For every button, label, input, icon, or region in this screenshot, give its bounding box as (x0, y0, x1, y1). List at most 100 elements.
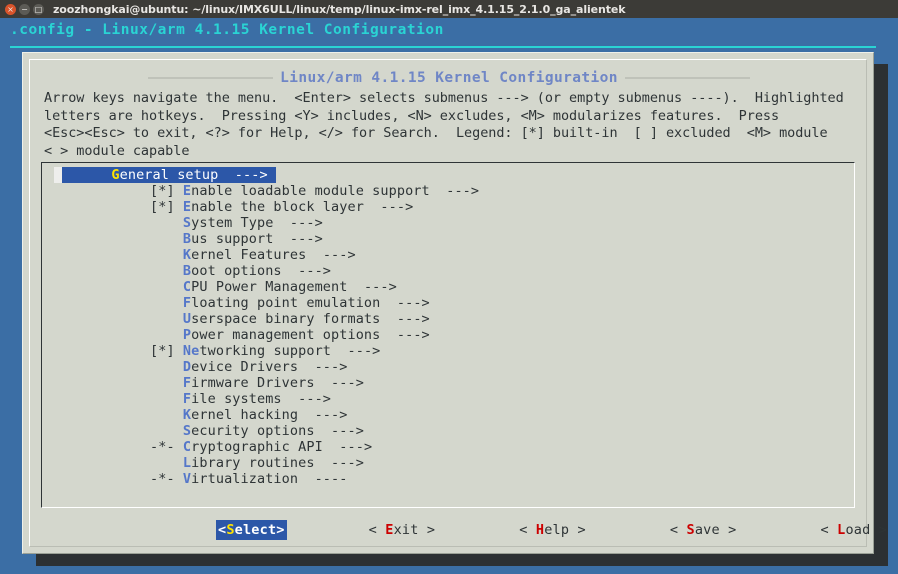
menu-item-hotkey: K (182, 247, 192, 263)
menu-item-arrow: ---> (314, 359, 348, 375)
menu-item-label: evice Drivers (191, 359, 315, 375)
menu-item[interactable]: General setup ---> (42, 167, 856, 183)
menu-item-label: us support (191, 231, 290, 247)
menu-item-flag (150, 375, 183, 391)
menu-item-label: PU Power Management (191, 279, 364, 295)
menu-item-flag (150, 231, 183, 247)
menu-item-hotkey: B (182, 231, 192, 247)
menu-item-hotkey: F (182, 391, 192, 407)
menu-item-arrow: ---> (380, 199, 414, 215)
maximize-icon-glyph: □ (34, 4, 43, 14)
menu-item-hotkey: Ne (182, 343, 200, 359)
menu-item-hotkey: E (182, 199, 192, 215)
menu-item-highlight: General setup ---> (54, 167, 276, 183)
menu-item[interactable]: [*] Enable the block layer ---> (42, 199, 856, 215)
menu-item-flag: [*] (150, 199, 183, 215)
menu-item-flag: [*] (150, 183, 183, 199)
button-prefix: < (669, 522, 687, 538)
menu-item[interactable]: Device Drivers ---> (42, 359, 856, 375)
button-suffix: > (276, 522, 285, 538)
minimize-icon[interactable]: − (19, 3, 30, 15)
menu-item-arrow: ---> (314, 407, 348, 423)
button-hotkey: H (535, 522, 545, 538)
menu-item-arrow: ---- (314, 471, 348, 487)
menu-item-arrow: ---> (339, 439, 373, 455)
menu-item-flag (150, 311, 183, 327)
menu-item[interactable]: [*] Networking support ---> (42, 343, 856, 359)
menu-item-label: irtualization (191, 471, 315, 487)
button-hotkey: S (226, 522, 235, 538)
menu-item-hotkey: L (182, 455, 192, 471)
menu-item-hotkey: S (182, 215, 192, 231)
dialog-help-text: Arrow keys navigate the menu. <Enter> se… (44, 90, 844, 159)
cursor-block (54, 167, 62, 183)
menu-item-arrow: ---> (396, 311, 430, 327)
menu-item-hotkey: S (182, 423, 192, 439)
menu-item[interactable]: Floating point emulation ---> (42, 295, 856, 311)
button-suffix: > (719, 522, 737, 538)
menu-item-label: ile systems (191, 391, 299, 407)
menu-item[interactable]: -*- Virtualization ---- (42, 471, 856, 487)
save-button[interactable]: < Save > (668, 520, 739, 540)
button-suffix: > (418, 522, 436, 538)
menu-item[interactable]: Userspace binary formats ---> (42, 311, 856, 327)
button-prefix: < (820, 522, 838, 538)
menu-item-arrow: ---> (289, 215, 323, 231)
title-rule-right (624, 77, 750, 79)
menu-item-hotkey: C (182, 439, 192, 455)
button-label: oad (845, 522, 871, 538)
load-button[interactable]: < Load > (819, 520, 890, 540)
menu-item-arrow: ---> (298, 391, 332, 407)
title-rule-left (148, 77, 274, 79)
menu-item[interactable]: File systems ---> (42, 391, 856, 407)
menu-item-label: oot options (191, 263, 299, 279)
menu-item[interactable]: Boot options ---> (42, 263, 856, 279)
menuconfig-dialog: Linux/arm 4.1.15 Kernel Configuration Ar… (22, 52, 887, 554)
menuconfig-header: .config - Linux/arm 4.1.15 Kernel Config… (10, 22, 444, 38)
menu-item-flag (150, 295, 183, 311)
button-suffix: > (569, 522, 586, 538)
menu-item-flag (150, 247, 183, 263)
menu-item[interactable]: Kernel Features ---> (42, 247, 856, 263)
button-label: ave (694, 522, 720, 538)
select-button[interactable]: <Select> (216, 520, 287, 540)
dialog-inner-frame: Linux/arm 4.1.15 Kernel Configuration Ar… (29, 59, 887, 547)
menu-item-hotkey: P (182, 327, 192, 343)
menu-list[interactable]: General setup ---> [*] Enable loadable m… (42, 167, 856, 487)
header-rule (10, 46, 876, 48)
maximize-icon[interactable]: □ (33, 3, 44, 15)
terminal-window: × − □ zoozhongkai@ubuntu: ~/linux/IMX6UL… (0, 0, 898, 574)
menu-item-label: ernel hacking (191, 407, 315, 423)
menu-item[interactable]: Power management options ---> (42, 327, 856, 343)
menu-item-flag (150, 391, 183, 407)
menu-item-label: ystem Type (191, 215, 290, 231)
help-button[interactable]: < Help > (517, 520, 588, 540)
menu-item-arrow: ---> (347, 343, 381, 359)
button-prefix: < (368, 522, 386, 538)
menu-item-label: loating point emulation (191, 295, 397, 311)
menu-item[interactable]: [*] Enable loadable module support ---> (42, 183, 856, 199)
menu-item-hotkey: F (182, 295, 192, 311)
menu-item-hotkey: F (182, 375, 192, 391)
menu-item[interactable]: Library routines ---> (42, 455, 856, 471)
button-label: xit (393, 522, 419, 538)
menu-item-flag (150, 423, 183, 439)
dialog-title: Linux/arm 4.1.15 Kernel Configuration (280, 70, 618, 86)
menu-item[interactable]: System Type ---> (42, 215, 856, 231)
menu-item[interactable]: Security options ---> (42, 423, 856, 439)
button-hotkey: S (686, 522, 695, 538)
menu-item-hotkey: E (182, 183, 192, 199)
terminal-screen[interactable]: .config - Linux/arm 4.1.15 Kernel Config… (0, 18, 898, 574)
menu-item-arrow: ---> (234, 167, 276, 183)
button-prefix: < (519, 522, 536, 538)
menu-item[interactable]: Firmware Drivers ---> (42, 375, 856, 391)
menu-item-arrow: ---> (396, 295, 430, 311)
menu-item[interactable]: -*- Cryptographic API ---> (42, 439, 856, 455)
close-icon[interactable]: × (5, 3, 16, 15)
menu-item[interactable]: Kernel hacking ---> (42, 407, 856, 423)
menu-item-flag: -*- (150, 471, 183, 487)
exit-button[interactable]: < Exit > (367, 520, 438, 540)
menu-list-box[interactable]: General setup ---> [*] Enable loadable m… (41, 162, 855, 508)
menu-item[interactable]: Bus support ---> (42, 231, 856, 247)
menu-item[interactable]: CPU Power Management ---> (42, 279, 856, 295)
